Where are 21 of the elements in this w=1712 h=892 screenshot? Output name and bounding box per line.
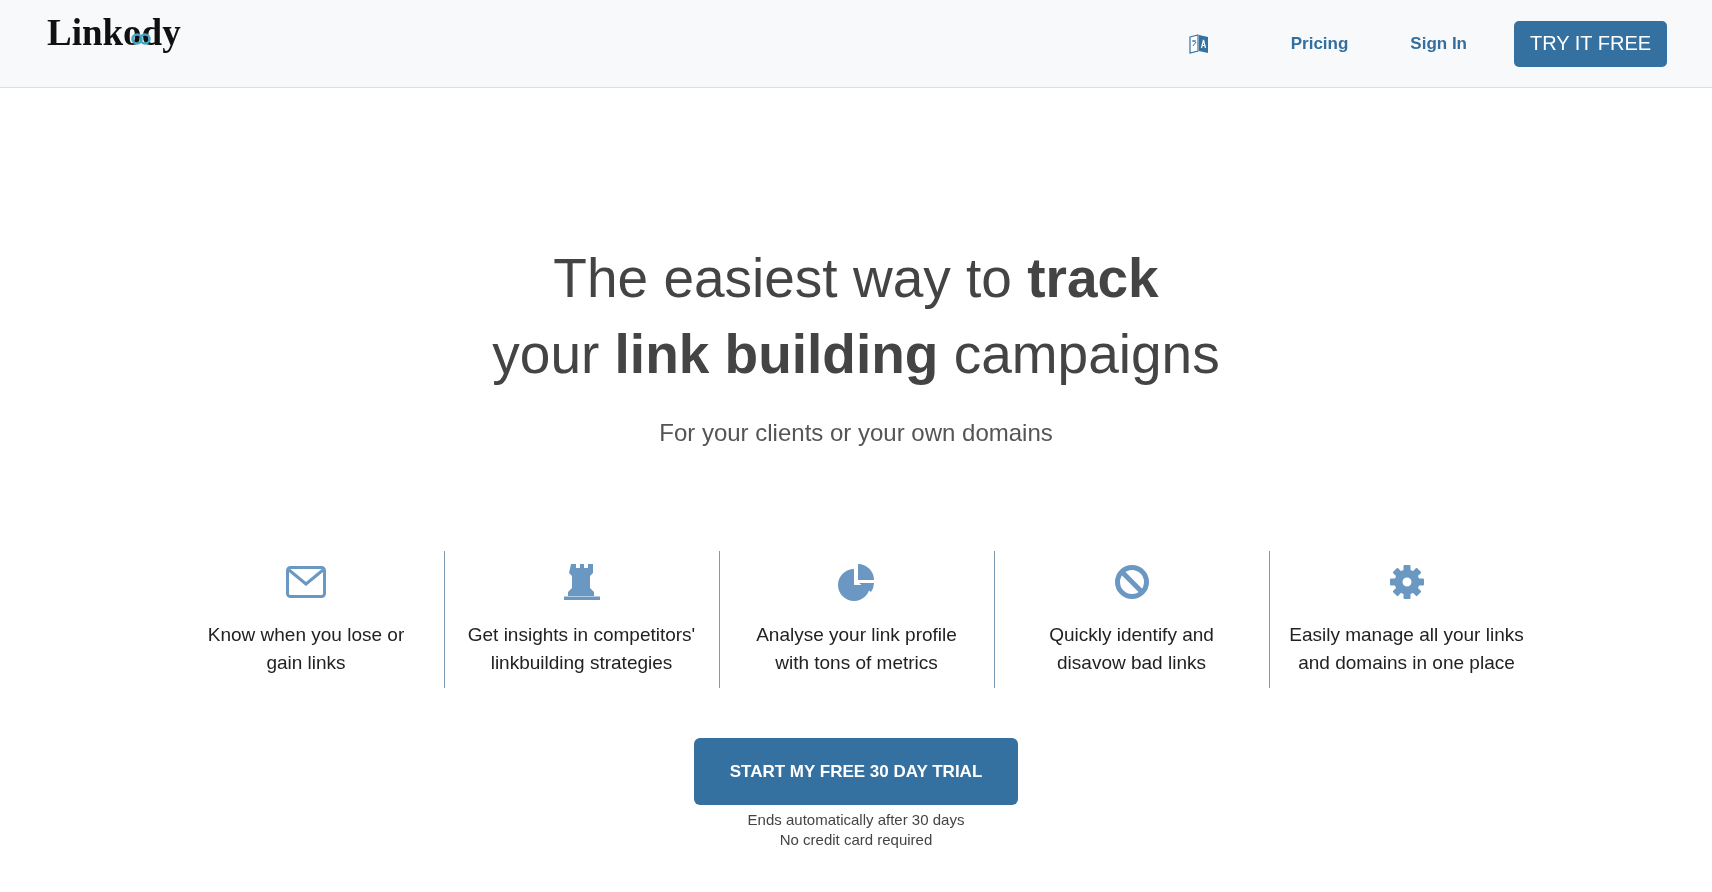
feature-text: Quickly identify and disavow bad links [1049, 623, 1214, 675]
hero-subtitle: For your clients or your own domains [658, 418, 1054, 448]
gear-icon [1389, 565, 1424, 599]
chain-link-icon [131, 32, 151, 45]
envelope-icon [286, 566, 326, 598]
feature-text: Get insights in competitors' linkbuilding strategies [467, 623, 696, 675]
logo-text[interactable]: Linkody [47, 11, 181, 54]
pie-chart-icon [838, 563, 875, 601]
chess-rook-icon [563, 564, 600, 600]
hero-headline: The easiest way to track your link building campaigns [491, 246, 1221, 387]
ban-icon [1114, 565, 1149, 599]
trial-note: No credit card required [779, 830, 933, 850]
feature-text: Analyse your link profile with tons of metrics [756, 623, 957, 675]
feature-text: Easily manage all your links and domains in one place [1289, 623, 1524, 675]
feature-text: Know when you lose or gain links [207, 623, 405, 675]
nav-link[interactable]: Pricing [1290, 33, 1349, 54]
nav-link[interactable]: Sign In [1410, 33, 1467, 54]
trial-note: Ends automatically after 30 days [747, 810, 965, 830]
translate-icon[interactable] [1188, 33, 1209, 54]
try-free-button[interactable]: TRY IT FREE [1514, 20, 1667, 67]
start-trial-button[interactable]: START MY FREE 30 DAY TRIAL [694, 738, 1018, 805]
